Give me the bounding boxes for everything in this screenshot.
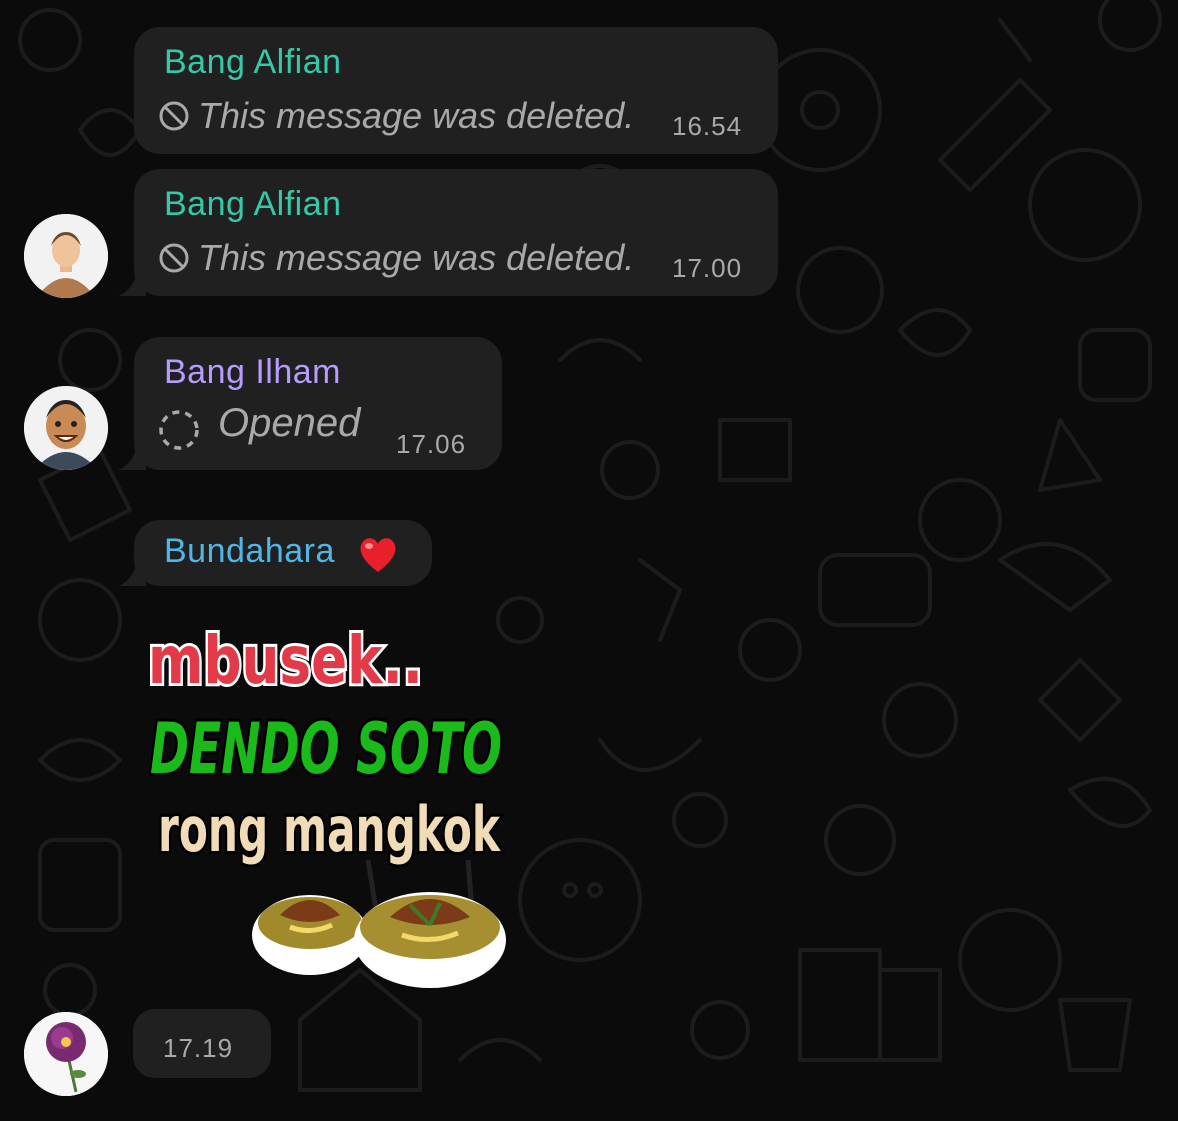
message-bubble[interactable]: Bang Ilham Opened 17.06 bbox=[134, 337, 502, 470]
red-heart-icon bbox=[360, 538, 396, 572]
message-time: 16.54 bbox=[672, 111, 743, 141]
avatar-bundahara[interactable] bbox=[24, 1012, 108, 1096]
sticker[interactable]: mbusek.. DENDO SOTO rong mangkok bbox=[140, 605, 520, 1000]
soto-bowl-image bbox=[252, 859, 506, 988]
message-text: This message was deleted. bbox=[198, 95, 635, 136]
sender-name[interactable]: Bang Ilham bbox=[164, 353, 341, 392]
deleted-icon bbox=[159, 243, 189, 273]
view-once-opened-icon bbox=[159, 410, 199, 450]
sticker-line-3: rong mangkok bbox=[158, 793, 501, 866]
sticker-time-chip: 17.19 bbox=[133, 1009, 271, 1078]
avatar-bang-alfian[interactable] bbox=[24, 214, 108, 298]
sender-name-text: Bundahara bbox=[164, 532, 335, 570]
sender-name[interactable]: Bundahara bbox=[164, 532, 335, 571]
sticker-line-2: DENDO SOTO bbox=[150, 708, 502, 790]
message-text: This message was deleted. bbox=[198, 237, 635, 278]
message-time: 17.19 bbox=[163, 1033, 234, 1063]
sender-name[interactable]: Bang Alfian bbox=[164, 43, 342, 82]
deleted-icon bbox=[159, 101, 189, 131]
sticker-line-1: mbusek.. bbox=[148, 622, 423, 699]
message-time: 17.00 bbox=[672, 253, 743, 283]
avatar-bang-ilham[interactable] bbox=[24, 386, 108, 470]
message-bubble[interactable]: Bang Alfian This message was deleted. 17… bbox=[134, 169, 778, 296]
message-bubble[interactable]: Bang Alfian This message was deleted. 16… bbox=[134, 27, 778, 154]
message-time: 17.06 bbox=[396, 429, 467, 459]
sender-name[interactable]: Bang Alfian bbox=[164, 185, 342, 224]
sender-header-bubble[interactable]: Bundahara bbox=[134, 520, 432, 586]
message-text: Opened bbox=[218, 401, 361, 445]
